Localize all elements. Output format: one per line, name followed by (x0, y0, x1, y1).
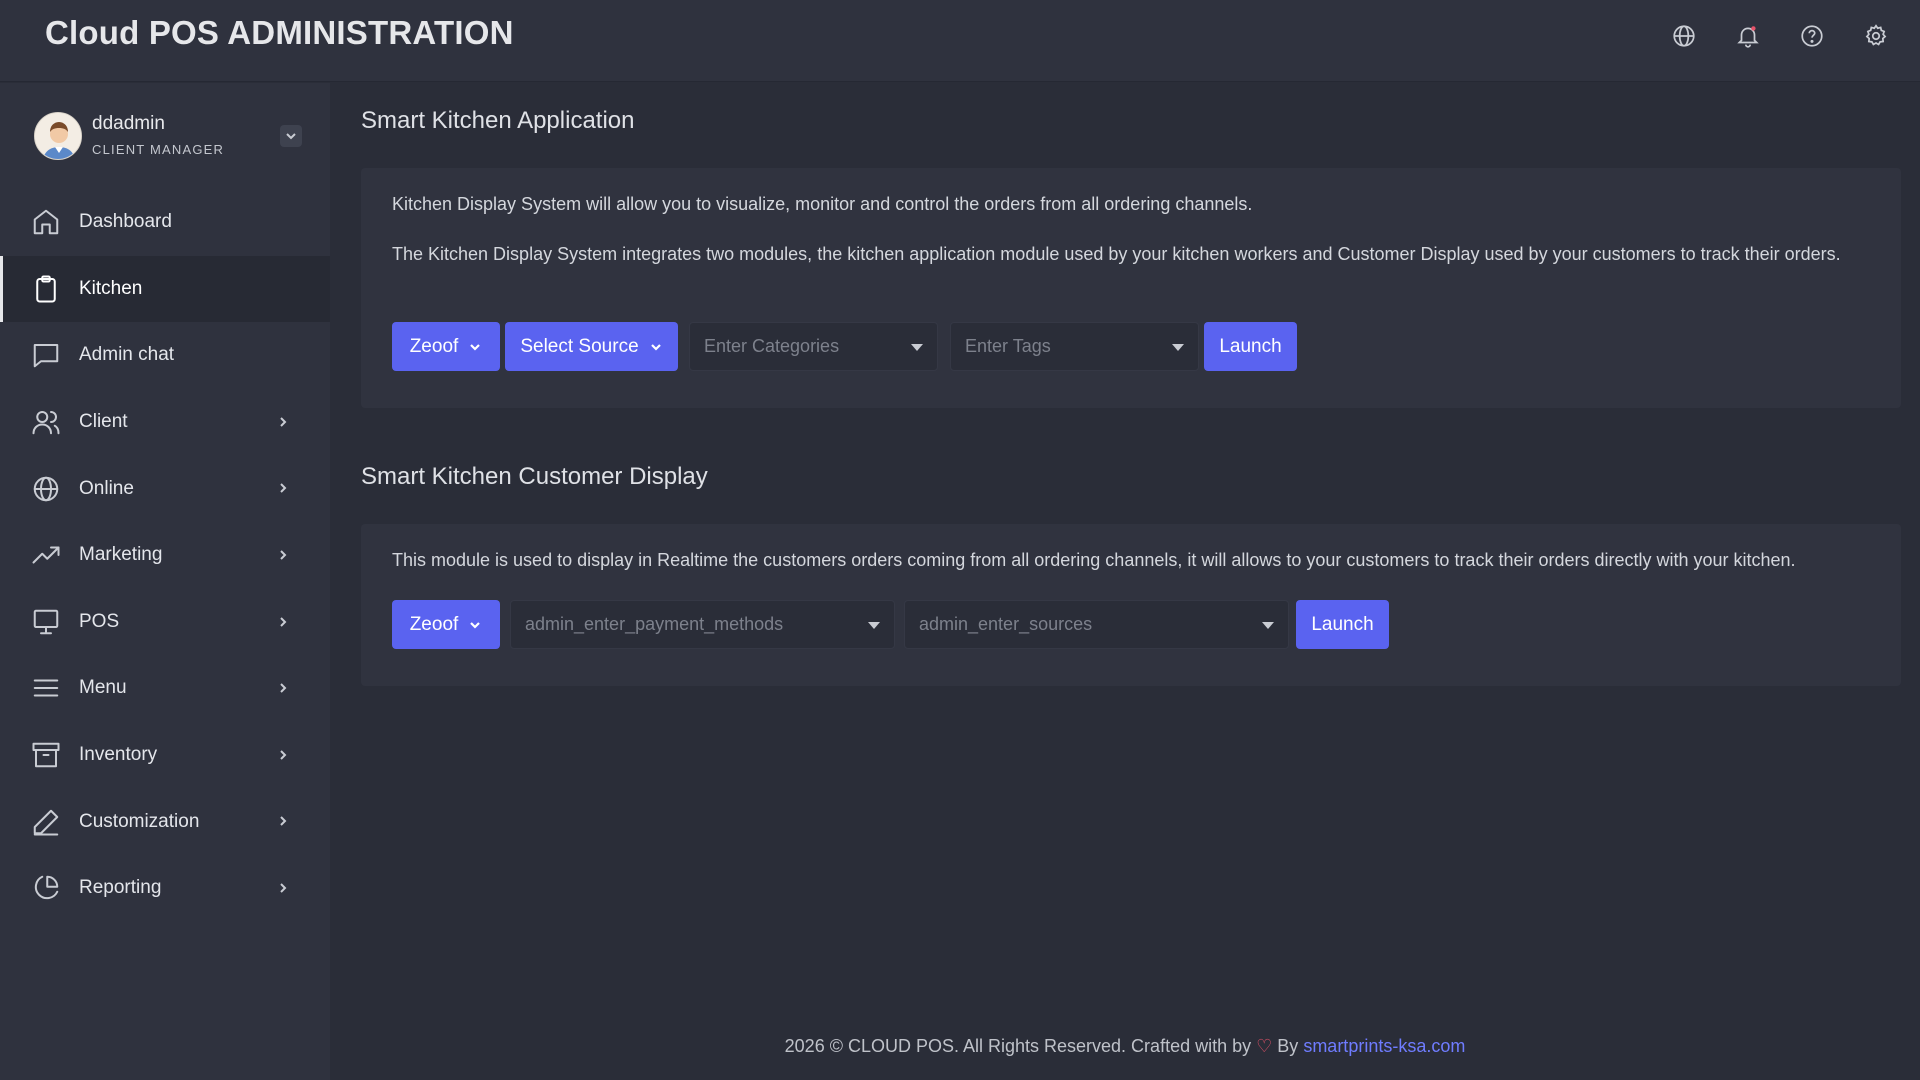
sidebar-item-admin-chat[interactable]: Admin chat (0, 322, 330, 389)
launch-button[interactable]: Launch (1204, 322, 1297, 371)
chevron-down-icon (470, 621, 481, 629)
sidebar-item-label: Online (79, 477, 134, 499)
caret-down-icon (911, 344, 923, 351)
sidebar-item-label: Dashboard (79, 211, 172, 233)
sidebar-item-pos[interactable]: POS (0, 589, 330, 656)
clipboard-icon (30, 273, 62, 305)
sidebar-item-inventory[interactable]: Inventory (0, 722, 330, 789)
chat-icon (30, 339, 62, 371)
tags-select[interactable]: Enter Tags (950, 322, 1199, 371)
sidebar-item-label: Menu (79, 677, 127, 699)
user-role: CLIENT MANAGER (92, 142, 225, 157)
chevron-right-icon (276, 879, 290, 897)
archive-icon (30, 739, 62, 771)
chevron-right-icon (276, 746, 290, 764)
sidebar-item-online[interactable]: Online (0, 455, 330, 522)
customer-display-card: This module is used to display in Realti… (361, 524, 1901, 686)
users-icon (30, 406, 62, 438)
globe-icon (30, 473, 62, 505)
select-source-button[interactable]: Select Source (505, 322, 678, 371)
footer-text: 2026 © CLOUD POS. All Rights Reserved. C… (784, 1036, 1252, 1056)
sources-select[interactable]: admin_enter_sources (904, 600, 1289, 649)
payment-methods-select[interactable]: admin_enter_payment_methods (510, 600, 895, 649)
chevron-right-icon (276, 679, 290, 697)
chevron-down-icon (286, 133, 296, 140)
help-icon[interactable] (1798, 20, 1826, 52)
customer-display-desc: This module is used to display in Realti… (392, 550, 1796, 570)
section-title-kitchen-app: Smart Kitchen Application (361, 107, 635, 134)
sidebar-item-label: POS (79, 610, 120, 632)
gear-icon[interactable] (1862, 20, 1890, 52)
sidebar-nav: Dashboard Kitchen Admin chat Client Onli… (0, 189, 330, 922)
brand-dropdown-button[interactable]: Zeoof (392, 600, 500, 649)
sidebar-item-label: Client (79, 411, 128, 433)
user-profile: ddadmin CLIENT MANAGER (34, 109, 304, 165)
footer-link[interactable]: smartprints-ksa.com (1303, 1036, 1465, 1056)
sidebar-item-client[interactable]: Client (0, 389, 330, 456)
sidebar-item-reporting[interactable]: Reporting (0, 855, 330, 922)
sidebar-item-dashboard[interactable]: Dashboard (0, 189, 330, 256)
caret-down-icon (1262, 622, 1274, 629)
top-bar: Cloud POS ADMINISTRATION (0, 0, 1920, 82)
pie-chart-icon (30, 872, 62, 904)
sidebar-item-marketing[interactable]: Marketing (0, 522, 330, 589)
sidebar-item-menu[interactable]: Menu (0, 655, 330, 722)
brand-dropdown-button[interactable]: Zeoof (392, 322, 500, 371)
categories-select[interactable]: Enter Categories (689, 322, 938, 371)
sidebar-item-kitchen[interactable]: Kitchen (0, 255, 330, 323)
sidebar-item-label: Customization (79, 810, 200, 832)
app-title: Cloud POS ADMINISTRATION (45, 14, 514, 51)
kitchen-app-desc-1: Kitchen Display System will allow you to… (392, 194, 1253, 214)
chevron-down-icon (650, 343, 661, 351)
top-icons (1670, 20, 1890, 52)
chevron-right-icon (276, 479, 290, 497)
launch-button[interactable]: Launch (1296, 600, 1389, 649)
kitchen-app-desc-2: The Kitchen Display System integrates tw… (392, 244, 1841, 264)
avatar (34, 112, 82, 160)
footer-by: By (1277, 1036, 1299, 1056)
monitor-icon (30, 606, 62, 638)
kitchen-app-card: Kitchen Display System will allow you to… (361, 168, 1901, 408)
caret-down-icon (868, 622, 880, 629)
chevron-down-icon (470, 343, 481, 351)
sidebar-item-label: Admin chat (79, 344, 175, 366)
pen-icon (30, 806, 62, 838)
sidebar-item-label: Marketing (79, 544, 163, 566)
home-icon (30, 206, 62, 238)
sidebar-item-label: Inventory (79, 744, 158, 766)
chevron-right-icon (276, 613, 290, 631)
heart-icon: ♡ (1256, 1036, 1273, 1056)
sidebar-item-label: Reporting (79, 877, 162, 899)
trending-up-icon (30, 539, 62, 571)
chevron-right-icon (276, 546, 290, 564)
chevron-right-icon (276, 812, 290, 830)
caret-down-icon (1172, 344, 1184, 351)
main-content: Smart Kitchen Application Kitchen Displa… (330, 83, 1920, 1080)
menu-icon (30, 672, 62, 704)
sidebar: ddadmin CLIENT MANAGER Dashboard Kitchen… (0, 83, 330, 1080)
sidebar-item-label: Kitchen (79, 277, 143, 299)
section-title-customer-display: Smart Kitchen Customer Display (361, 463, 708, 490)
chevron-right-icon (276, 413, 290, 431)
user-name: ddadmin (92, 113, 165, 134)
bell-icon[interactable] (1734, 20, 1762, 52)
user-menu-toggle[interactable] (280, 125, 302, 147)
sidebar-item-customization[interactable]: Customization (0, 788, 330, 855)
globe-icon[interactable] (1670, 20, 1698, 52)
footer: 2026 © CLOUD POS. All Rights Reserved. C… (330, 1036, 1920, 1057)
